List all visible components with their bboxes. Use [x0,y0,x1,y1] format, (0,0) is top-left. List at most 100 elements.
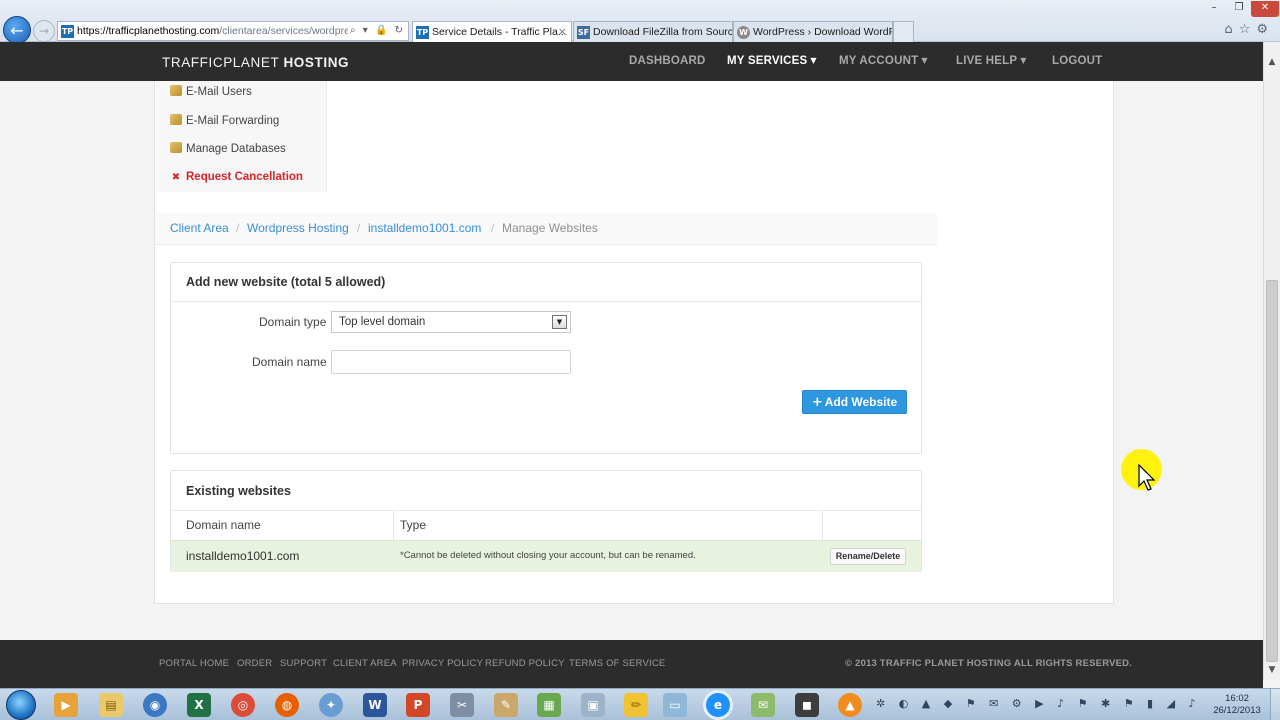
tab-wordpress[interactable]: W WordPress › Download WordP... [733,21,893,42]
arrow-right-icon: → [38,24,50,38]
start-button[interactable] [6,690,36,720]
taskbar-clock[interactable]: 16:02 26/12/2013 [1208,693,1266,717]
close-window-button[interactable]: ✕ [1251,1,1279,17]
nav-live-help[interactable]: LIVE HELP ▼ [956,55,1027,67]
gear-icon[interactable]: ⚙ [1256,22,1274,37]
footer-link-refund-policy[interactable]: REFUND POLICY [485,658,565,669]
home-icon[interactable]: ⌂ [1224,22,1238,37]
browser-toolbar-icons: ⌂☆⚙ [1224,22,1274,37]
file-explorer-icon[interactable]: ▤ [99,693,123,717]
add-website-card: Add new website (total 5 allowed) Domain… [170,262,922,454]
minimize-button[interactable]: – [1202,1,1226,17]
tab-label: WordPress › Download WordP... [753,26,893,38]
url-domain: https://trafficplanethosting.com [77,25,220,37]
scroll-down-icon[interactable]: ▼ [1264,662,1280,678]
scroll-thumb[interactable] [1266,280,1278,662]
clock-time: 16:02 [1225,693,1249,704]
tab-close-icon[interactable]: × [558,25,567,38]
wordpress-favicon-icon: W [737,26,750,39]
firefox-icon[interactable]: ◍ [275,693,299,717]
back-button[interactable]: ← [3,16,31,44]
folder-icon [170,142,182,153]
address-bar[interactable]: TP https://trafficplanethosting.com/clie… [57,21,409,41]
breadcrumb-separator: / [236,221,240,235]
site-header: TRAFFICPLANET HOSTING DASHBOARD MY SERVI… [0,42,1263,81]
breadcrumb-separator: / [491,221,495,235]
nav-label: LIVE HELP [956,55,1018,67]
internet-explorer-icon[interactable]: e [706,693,730,717]
column-header-domain: Domain name [186,518,261,532]
system-tray-icons[interactable]: ✲ ◐ ▲ ◆ ⚑ ✉ ⚙ ▶ ♪ ⚑ ✱ ⚑ ▮ ◢ ♪ [876,697,1201,710]
show-desktop-button[interactable] [1270,689,1280,720]
footer-link-portal-home[interactable]: PORTAL HOME [159,658,229,669]
calculator-icon[interactable]: ▣ [581,693,605,717]
column-divider [822,511,823,540]
word-icon[interactable]: W [363,693,387,717]
video-camera-icon[interactable]: ◼ [795,693,819,717]
tab-filezilla[interactable]: SF Download FileZilla from Sourc... [573,21,733,42]
domain-type-value: Top level domain [339,316,426,328]
scroll-up-icon[interactable]: ▲ [1264,54,1280,70]
clock-date: 26/12/2013 [1213,705,1261,716]
notepad-icon[interactable]: ▭ [663,693,687,717]
nav-dashboard[interactable]: DASHBOARD [629,55,706,67]
footer-link-terms-of-service[interactable]: TERMS OF SERVICE [569,658,665,669]
domain-name-input[interactable] [331,350,571,374]
card-title: Existing websites [186,484,291,498]
footer-link-support[interactable]: SUPPORT [280,658,327,669]
network-globe-icon[interactable]: ◉ [143,693,167,717]
folder-icon [170,114,182,125]
pencil-icon[interactable]: ✏ [624,693,648,717]
mail-icon[interactable]: ✉ [751,693,775,717]
safari-icon[interactable]: ✦ [319,693,343,717]
side-item-manage-databases[interactable]: Manage Databases [170,142,286,155]
breadcrumb: Client Area / Wordpress Hosting / instal… [155,213,937,245]
domain-type-label: Domain type [259,315,327,329]
nav-logout[interactable]: LOGOUT [1052,55,1102,67]
nav-my-services[interactable]: MY SERVICES ▼ [727,55,817,67]
side-item-label: Manage Databases [186,143,286,155]
mouse-cursor-icon [1138,464,1156,491]
domain-name-label: Domain name [252,355,327,369]
side-item-email-forwarding[interactable]: E-Mail Forwarding [170,114,279,127]
logo-text-bold: HOSTING [283,55,350,70]
domain-type-select[interactable]: Top level domain ▼ [331,311,571,333]
tab-service-details[interactable]: TP Service Details - Traffic Pla... × [412,21,572,42]
star-icon[interactable]: ☆ [1239,22,1257,37]
chevron-down-icon: ▼ [810,56,817,65]
side-item-label: E-Mail Forwarding [186,115,280,127]
rename-delete-button[interactable]: Rename/Delete [830,548,906,565]
nav-my-account[interactable]: MY ACCOUNT ▼ [839,55,928,67]
restore-button[interactable]: ❐ [1227,1,1251,17]
plus-icon: + [811,395,823,410]
folder-icon [170,85,182,96]
footer-link-client-area[interactable]: CLIENT AREA [333,658,397,669]
breadcrumb-domain[interactable]: installdemo1001.com [368,221,481,235]
forward-button[interactable]: → [33,20,55,42]
spreadsheet-icon[interactable]: ▦ [537,693,561,717]
card-divider [171,510,921,511]
address-tools-icons[interactable]: ⌕ ▾ 🔒 ↻ [348,25,405,36]
breadcrumb-wordpress-hosting[interactable]: Wordpress Hosting [247,221,349,235]
side-item-request-cancellation[interactable]: ✖ Request Cancellation [170,171,303,183]
column-header-type: Type [400,518,427,532]
tab-label: Service Details - Traffic Pla... [432,26,567,38]
excel-icon[interactable]: X [187,693,211,717]
side-item-email-users[interactable]: E-Mail Users [170,85,252,98]
vlc-icon[interactable]: ▲ [838,693,862,717]
site-logo[interactable]: TRAFFICPLANET HOSTING [162,55,349,70]
tab-label: Download FileZilla from Sourc... [593,26,733,38]
chrome-icon[interactable]: ◎ [231,693,255,717]
powerpoint-icon[interactable]: P [406,693,430,717]
footer-link-order[interactable]: ORDER [237,658,272,669]
new-tab-button[interactable] [893,21,914,42]
add-website-button[interactable]: + Add Website [802,390,907,414]
nav-label: MY SERVICES [727,55,808,67]
media-player-icon[interactable]: ▶ [54,693,78,717]
paint-icon[interactable]: ✎ [494,693,518,717]
site-footer: PORTAL HOME ORDER SUPPORT CLIENT AREA PR… [0,640,1263,688]
breadcrumb-client-area[interactable]: Client Area [170,221,229,235]
snipping-tool-icon[interactable]: ✂ [450,693,474,717]
footer-link-privacy-policy[interactable]: PRIVACY POLICY [402,658,483,669]
page-scrollbar[interactable]: ▲ ▼ [1263,42,1280,680]
